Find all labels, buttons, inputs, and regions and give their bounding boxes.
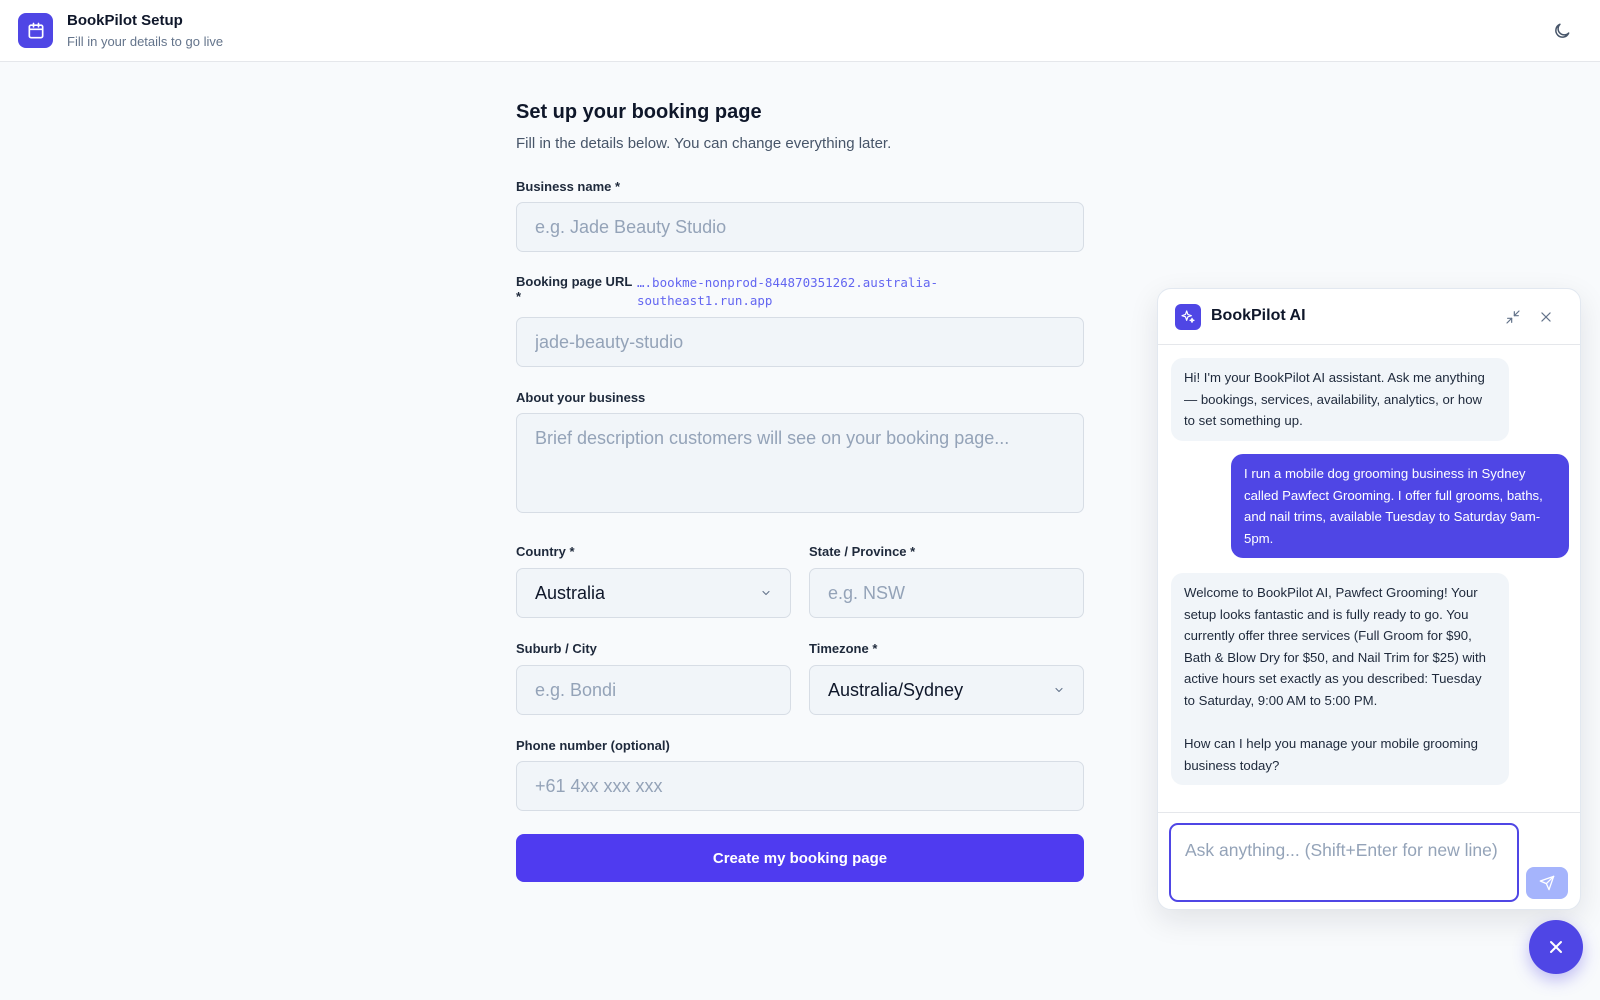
- state-label: State / Province *: [809, 544, 916, 559]
- top-bar: BookPilot Setup Fill in your details to …: [0, 0, 1600, 62]
- business-name-input[interactable]: [516, 202, 1084, 252]
- phone-input[interactable]: [516, 761, 1084, 811]
- booking-url-domain-line2: southeast1.run.app: [637, 293, 773, 308]
- sparkles-icon: [1175, 304, 1201, 330]
- booking-url-label-text: Booking page URL: [516, 274, 633, 289]
- booking-url-domain-line1: ….bookme-nonprod-844870351262.australia-: [637, 275, 939, 290]
- business-name-label: Business name *: [516, 179, 621, 194]
- chat-title: BookPilot AI: [1211, 307, 1306, 324]
- user-message: I run a mobile dog grooming business in …: [1231, 454, 1569, 559]
- close-icon[interactable]: [1536, 307, 1556, 327]
- timezone-label: Timezone *: [809, 641, 878, 656]
- chat-header: BookPilot AI: [1158, 289, 1580, 345]
- about-label: About your business: [516, 390, 646, 405]
- timezone-select[interactable]: Australia/Sydney: [809, 665, 1084, 715]
- phone-label: Phone number (optional): [516, 738, 670, 753]
- country-value: Australia: [535, 582, 606, 603]
- required-marker: *: [516, 289, 522, 304]
- chat-footer: [1158, 812, 1580, 909]
- chevron-down-icon: [760, 583, 772, 604]
- chevron-down-icon: [1053, 680, 1065, 701]
- booking-url-domain: ….bookme-nonprod-844870351262.australia-…: [637, 274, 977, 310]
- chat-toggle-close-button[interactable]: [1529, 920, 1583, 974]
- about-textarea[interactable]: [516, 413, 1084, 513]
- suburb-input[interactable]: [516, 665, 791, 715]
- state-input[interactable]: [809, 568, 1084, 618]
- app-title: BookPilot Setup: [67, 12, 183, 29]
- create-booking-page-button[interactable]: Create my booking page: [516, 834, 1084, 882]
- page-subtitle: Fill in the details below. You can chang…: [516, 135, 892, 152]
- booking-url-input[interactable]: [516, 317, 1084, 367]
- close-icon: [1550, 941, 1562, 953]
- assistant-message: Hi! I'm your BookPilot AI assistant. Ask…: [1171, 358, 1509, 441]
- country-select[interactable]: Australia: [516, 568, 791, 618]
- moon-icon[interactable]: [1550, 19, 1574, 43]
- ai-chat-panel: BookPilot AI Hi! I'm your BookPilot AI a…: [1157, 288, 1581, 910]
- chat-input[interactable]: [1169, 823, 1519, 902]
- app-subtitle: Fill in your details to go live: [67, 34, 224, 49]
- assistant-message-paragraph: How can I help you manage your mobile gr…: [1184, 736, 1478, 773]
- timezone-value: Australia/Sydney: [828, 679, 964, 700]
- calendar-icon: [18, 13, 53, 48]
- suburb-label: Suburb / City: [516, 641, 597, 656]
- send-button[interactable]: [1526, 867, 1568, 899]
- assistant-message-paragraph: Welcome to BookPilot AI, Pawfect Groomin…: [1184, 585, 1486, 708]
- booking-url-label: Booking page URL *: [516, 274, 632, 304]
- assistant-message: Welcome to BookPilot AI, Pawfect Groomin…: [1171, 573, 1509, 786]
- minimize-icon[interactable]: [1503, 307, 1523, 327]
- send-icon: [1539, 875, 1555, 891]
- country-label: Country *: [516, 544, 575, 559]
- page-title: Set up your booking page: [516, 101, 762, 123]
